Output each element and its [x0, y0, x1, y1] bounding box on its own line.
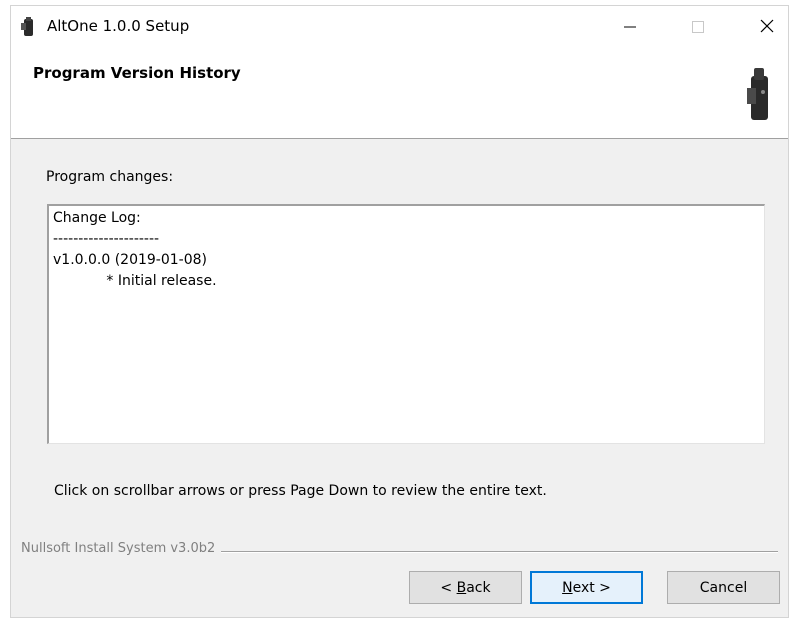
close-icon	[760, 18, 774, 37]
title-bar[interactable]: AltOne 1.0.0 Setup	[11, 6, 788, 48]
review-hint: Click on scrollbar arrows or press Page …	[54, 483, 547, 499]
back-label-rest: ack	[466, 579, 491, 596]
installer-logo-icon	[746, 66, 772, 124]
installer-icon	[19, 16, 39, 38]
cancel-button[interactable]: Cancel	[667, 571, 780, 604]
changelog-textbox[interactable]: Change Log: --------------------- v1.0.0…	[47, 204, 765, 444]
maximize-button[interactable]	[675, 6, 721, 48]
program-changes-label: Program changes:	[46, 169, 174, 185]
next-label-accel: N	[562, 579, 573, 596]
close-button[interactable]	[744, 6, 788, 48]
back-button[interactable]: < Back	[409, 571, 522, 604]
back-label-accel: B	[456, 579, 467, 596]
minimize-icon	[624, 18, 636, 37]
next-label-rest: ext >	[572, 579, 611, 596]
next-button[interactable]: Next >	[530, 571, 643, 604]
wizard-header: Program Version History	[11, 48, 788, 139]
maximize-icon	[692, 18, 704, 37]
setup-window: AltOne 1.0.0 Setup Program Version Histo…	[10, 5, 789, 618]
cancel-label: Cancel	[699, 579, 748, 596]
back-label-prefix: <	[440, 579, 457, 596]
nsis-branding: Nullsoft Install System v3.0b2	[21, 541, 222, 556]
changelog-line: * Initial release.	[53, 273, 217, 289]
page-title: Program Version History	[33, 64, 241, 82]
changelog-line: ---------------------	[53, 231, 160, 247]
minimize-button[interactable]	[607, 6, 653, 48]
changelog-line: v1.0.0.0 (2019-01-08)	[53, 252, 207, 268]
changelog-line: Change Log:	[53, 210, 141, 226]
window-title: AltOne 1.0.0 Setup	[47, 17, 190, 35]
